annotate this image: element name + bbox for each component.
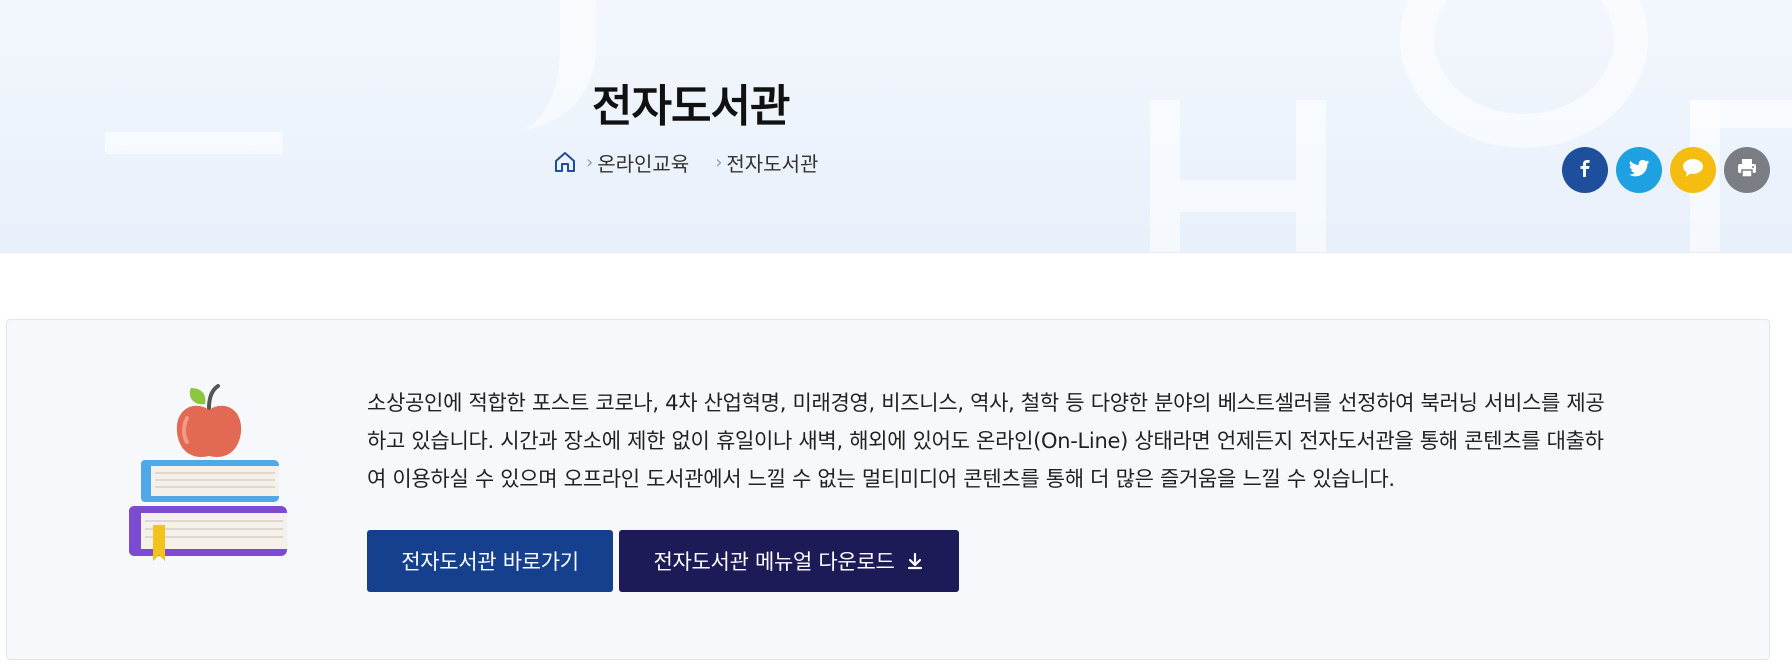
home-icon[interactable] [552, 149, 578, 175]
description-line: 하고 있습니다. 시간과 장소에 제한 없이 휴일이나 새벽, 해외에 있어도 … [367, 429, 1604, 453]
bg-decoration [105, 132, 283, 154]
printer-icon [1735, 156, 1759, 185]
bg-decoration [440, 0, 596, 130]
description-line: 소상공인에 적합한 포스트 코로나, 4차 산업혁명, 미래경영, 비즈니스, … [367, 391, 1605, 415]
bg-decoration [1180, 180, 1296, 212]
bg-decoration [1296, 100, 1326, 252]
elibrary-description: 소상공인에 적합한 포스트 코로나, 4차 산업혁명, 미래경영, 비즈니스, … [367, 384, 1727, 498]
breadcrumb-item-elibrary[interactable]: 전자도서관 [726, 148, 818, 177]
bg-decoration [1150, 100, 1180, 252]
books-apple-icon [119, 380, 299, 580]
download-manual-label: 전자도서관 메뉴얼 다운로드 [653, 550, 895, 574]
breadcrumb-item-online-education[interactable]: 온라인교육 [597, 148, 689, 177]
page-title: 전자도서관 [592, 81, 790, 132]
kakaostory-share-button[interactable] [1670, 147, 1716, 193]
page-banner: 전자도서관 › 온라인교육 › 전자도서관 [0, 0, 1792, 253]
print-button[interactable] [1724, 147, 1770, 193]
chevron-right-icon: › [715, 151, 723, 173]
go-to-elibrary-label: 전자도서관 바로가기 [401, 550, 579, 574]
twitter-icon [1627, 156, 1651, 185]
download-arrow-icon [905, 551, 925, 571]
elibrary-intro-box: 소상공인에 적합한 포스트 코로나, 4차 산업혁명, 미래경영, 비즈니스, … [6, 319, 1770, 660]
share-buttons [1562, 147, 1770, 193]
description-line: 여 이용하실 수 있으며 오프라인 도서관에서 느낄 수 없는 멀티미디어 콘텐… [367, 467, 1395, 491]
facebook-icon [1575, 158, 1595, 183]
twitter-share-button[interactable] [1616, 147, 1662, 193]
download-manual-button[interactable]: 전자도서관 메뉴얼 다운로드 [619, 530, 959, 592]
chevron-right-icon: › [586, 151, 594, 173]
go-to-elibrary-button[interactable]: 전자도서관 바로가기 [367, 530, 613, 592]
facebook-share-button[interactable] [1562, 147, 1608, 193]
bg-decoration [1400, 0, 1648, 148]
speech-bubble-icon [1681, 157, 1705, 184]
breadcrumb: › 온라인교육 › 전자도서관 [552, 148, 818, 176]
